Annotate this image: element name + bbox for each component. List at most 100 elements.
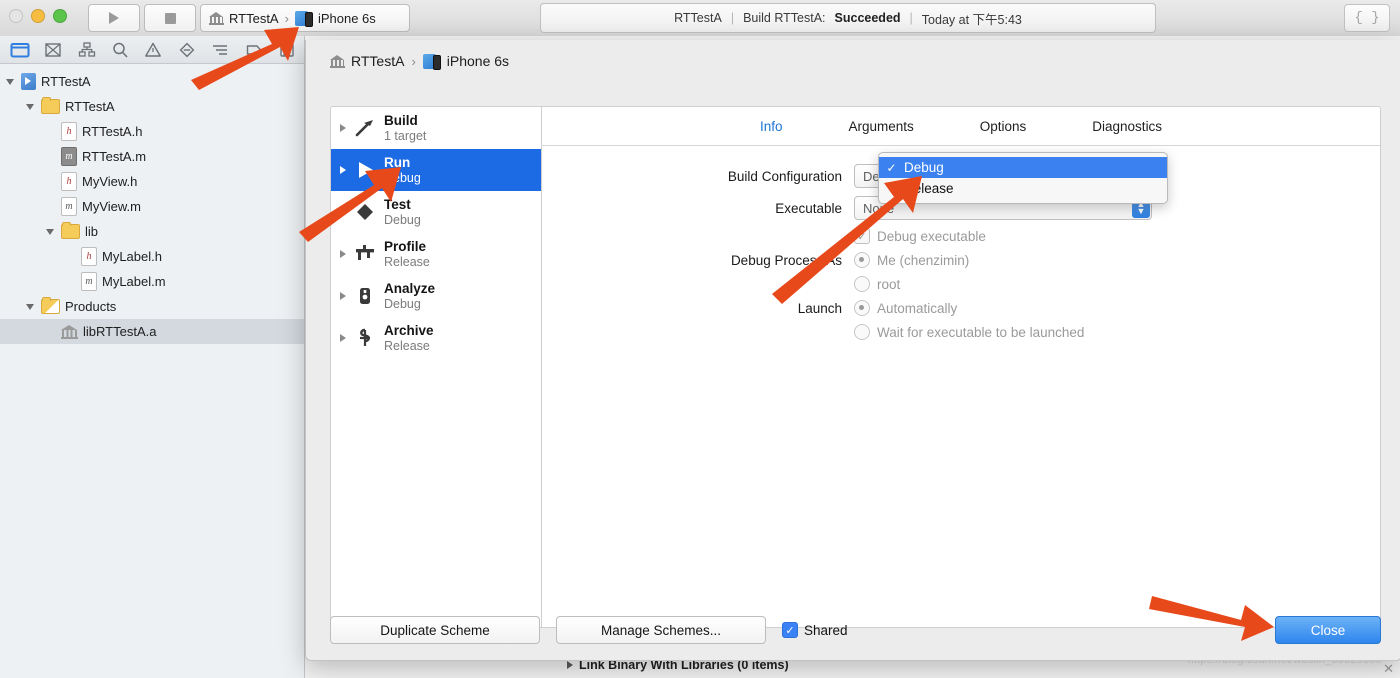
simulator-icon	[294, 10, 313, 27]
impl-file-icon: m	[61, 147, 77, 166]
scheme-sheet-body: Build 1 target Run Debug Test Debug Profile Rel…	[330, 106, 1381, 628]
file-tree-row[interactable]: h MyView.h	[0, 169, 304, 194]
file-tree-label: RTTestA.m	[82, 149, 147, 164]
file-tree-row[interactable]: h RTTestA.h	[0, 119, 304, 144]
scheme-action-text: Run Debug	[384, 155, 421, 186]
disclosure-triangle-icon[interactable]	[340, 166, 346, 174]
scheme-action-run[interactable]: Run Debug	[331, 149, 541, 191]
scheme-action-subtitle: Debug	[384, 212, 421, 227]
file-tree-row[interactable]: m MyLabel.m	[0, 269, 304, 294]
menu-item-release[interactable]: Release	[879, 178, 1167, 199]
disclosure-triangle-icon[interactable]	[340, 250, 346, 258]
detail-tab-arguments[interactable]: Arguments	[842, 119, 919, 134]
checkmark-icon: ✓	[886, 160, 897, 175]
file-tree-label: RTTestA	[65, 99, 115, 114]
close-button[interactable]: Close	[1275, 616, 1381, 644]
scheme-action-text: Profile Release	[384, 239, 430, 270]
debug-process-radio-root[interactable]: root	[854, 276, 1142, 292]
play-icon	[109, 12, 119, 24]
file-tree-label: MyView.m	[82, 199, 141, 214]
scheme-action-title: Run	[384, 154, 411, 170]
warning-triangle-icon	[145, 42, 162, 57]
stop-icon	[164, 12, 176, 24]
duplicate-scheme-button[interactable]: Duplicate Scheme	[330, 616, 540, 644]
detail-tab-diagnostics[interactable]: Diagnostics	[1086, 119, 1168, 134]
file-tree-row[interactable]: RTTestA	[0, 69, 304, 94]
scheme-action-title: Test	[384, 196, 411, 212]
debug-process-radio-me[interactable]: Me (chenzimin)	[854, 252, 1142, 268]
checkbox-checked-icon: ✓	[854, 228, 870, 244]
status-time: Today at 下午5:43	[921, 12, 1022, 27]
disclosure-triangle-icon[interactable]	[340, 292, 346, 300]
file-tree-row[interactable]: libRTTestA.a	[0, 319, 304, 344]
disclosure-triangle-icon[interactable]	[340, 334, 346, 342]
navigator-tab-report[interactable]	[271, 38, 304, 62]
scheme-sheet-footer: Duplicate Scheme Manage Schemes... ✓ Sha…	[330, 616, 1381, 644]
file-tree-row[interactable]: h MyLabel.h	[0, 244, 304, 269]
run-button[interactable]	[88, 4, 140, 32]
disclosure-triangle-icon[interactable]	[340, 208, 346, 216]
scheme-action-archive[interactable]: Archive Release	[331, 317, 541, 359]
navigator-tab-issue[interactable]	[137, 38, 170, 62]
file-tree-row[interactable]: lib	[0, 219, 304, 244]
shared-checkbox[interactable]: ✓ Shared	[782, 622, 848, 638]
folder-icon	[41, 97, 60, 114]
menu-item-debug[interactable]: ✓ Debug	[879, 157, 1167, 178]
file-tree-row[interactable]: RTTestA	[0, 94, 304, 119]
detail-tab-info[interactable]: Info	[754, 119, 789, 134]
scheme-action-analyze[interactable]: Analyze Debug	[331, 275, 541, 317]
navigator-tab-source-control[interactable]	[36, 38, 69, 62]
assistant-editor-button[interactable]: { }	[1344, 4, 1390, 32]
manage-schemes-button[interactable]: Manage Schemes...	[556, 616, 766, 644]
status-action: Build RTTestA:	[743, 11, 826, 25]
scheme-action-title: Analyze	[384, 280, 436, 296]
scheme-editor-sheet: RTTestA › iPhone 6s Build 1 target Run Debu…	[305, 40, 1400, 661]
maximize-window-button[interactable]	[53, 9, 67, 23]
xcode-main-window: RTTestA › iPhone 6s RTTestA | Build RTTe…	[0, 0, 1400, 678]
navigator-tab-bar	[0, 36, 304, 64]
navigator-tab-test[interactable]	[170, 38, 203, 62]
disclosure-triangle-icon[interactable]	[567, 661, 573, 669]
breadcrumb-separator-icon: ›	[411, 53, 416, 69]
analyze-icon	[353, 284, 377, 308]
debug-executable-checkbox[interactable]: ✓ Debug executable	[854, 228, 1142, 244]
minimize-window-button[interactable]	[31, 9, 45, 23]
close-window-button[interactable]	[9, 9, 23, 23]
file-tree-row[interactable]: m RTTestA.m	[0, 144, 304, 169]
detail-tab-options[interactable]: Options	[974, 119, 1033, 134]
scheme-action-profile[interactable]: Profile Release	[331, 233, 541, 275]
source-file-icon: m	[81, 272, 97, 291]
breakpoint-arrow-icon	[246, 44, 261, 55]
static-library-icon	[330, 54, 345, 68]
navigator-tab-symbol[interactable]	[70, 38, 103, 62]
file-tree-row[interactable]: Products	[0, 294, 304, 319]
diamond-minus-icon	[179, 42, 195, 57]
disclosure-triangle-open-icon[interactable]	[4, 76, 16, 88]
status-separator-1: |	[730, 11, 735, 25]
disclosure-triangle-open-icon[interactable]	[24, 301, 36, 313]
breadcrumb-destination: iPhone 6s	[446, 53, 510, 69]
scheme-action-build[interactable]: Build 1 target	[331, 107, 541, 149]
disclosure-triangle-open-icon[interactable]	[24, 101, 36, 113]
navigator-tab-breakpoint[interactable]	[237, 38, 270, 62]
launch-radio-automatically[interactable]: Automatically	[854, 300, 1142, 316]
hierarchy-icon	[78, 41, 95, 57]
file-tree-row[interactable]: m MyView.m	[0, 194, 304, 219]
build-configuration-dropdown-menu[interactable]: ✓ Debug Release	[878, 152, 1168, 204]
navigator-tab-folder[interactable]	[3, 38, 36, 62]
stop-button[interactable]	[144, 4, 196, 32]
navigator-tab-find[interactable]	[103, 38, 136, 62]
scheme-action-test[interactable]: Test Debug	[331, 191, 541, 233]
executable-label: Executable	[775, 200, 842, 216]
disclosure-triangle-icon[interactable]	[340, 124, 346, 132]
scheme-selector[interactable]: RTTestA › iPhone 6s	[200, 4, 410, 32]
navigator-tab-debug[interactable]	[204, 38, 237, 62]
status-separator-2: |	[909, 11, 913, 25]
launch-radio-wait[interactable]: Wait for executable to be launched	[854, 324, 1142, 340]
watermark-close-icon[interactable]: ✕	[1383, 661, 1394, 677]
header-file-icon: h	[61, 122, 77, 141]
disclosure-triangle-open-icon[interactable]	[44, 226, 56, 238]
